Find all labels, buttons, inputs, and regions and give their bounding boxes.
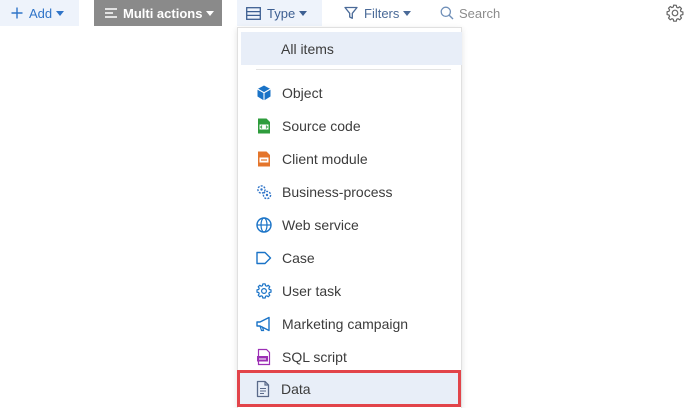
megaphone-icon xyxy=(256,316,270,331)
process-gear-icon xyxy=(257,184,272,199)
search-icon xyxy=(440,6,454,20)
chevron-down-icon xyxy=(299,10,308,16)
search-input[interactable] xyxy=(459,5,629,21)
filters-button[interactable]: Filters xyxy=(342,0,422,26)
menu-item-label: Client module xyxy=(282,150,368,167)
menu-item-web-service[interactable]: Web service xyxy=(241,209,462,240)
search-box xyxy=(440,0,640,26)
type-button[interactable]: Type xyxy=(237,0,322,26)
globe-icon xyxy=(256,216,272,233)
toolbar: Add Multi actions Type Filters xyxy=(0,0,697,26)
menu-item-business-process[interactable]: Business-process xyxy=(241,176,462,207)
chevron-down-icon xyxy=(403,10,412,16)
menu-item-label: Case xyxy=(282,249,315,266)
menu-item-label: SQL script xyxy=(282,348,347,365)
menu-item-source-code[interactable]: Source code xyxy=(241,110,462,141)
list-lines-icon xyxy=(105,8,117,18)
menu-item-client-module[interactable]: Client module xyxy=(241,143,462,174)
menu-item-label: Data xyxy=(281,380,311,397)
filters-label: Filters xyxy=(364,5,400,21)
menu-item-label: User task xyxy=(282,282,342,299)
menu-item-sql-script[interactable]: SQL script xyxy=(241,341,462,372)
menu-item-marketing-campaign[interactable]: Marketing campaign xyxy=(241,308,462,339)
menu-item-data[interactable]: Data xyxy=(240,373,458,404)
menu-item-label: Business-process xyxy=(282,183,393,200)
table-icon xyxy=(246,6,261,20)
multi-actions-label: Multi actions xyxy=(123,5,203,21)
menu-divider xyxy=(256,69,451,70)
cube-icon xyxy=(257,85,271,100)
menu-item-label: Source code xyxy=(282,117,361,134)
module-file-icon xyxy=(258,151,270,166)
menu-item-label: Web service xyxy=(282,216,359,233)
gear-icon xyxy=(256,282,272,299)
filter-funnel-icon xyxy=(344,6,358,19)
sql-file-icon xyxy=(257,348,271,365)
settings-gear-icon[interactable] xyxy=(665,3,685,23)
plus-icon xyxy=(11,7,23,19)
type-dropdown-menu: All items Object Source code Client modu… xyxy=(237,27,462,408)
menu-item-label: Marketing campaign xyxy=(282,315,409,332)
menu-item-label: All items xyxy=(281,40,334,57)
code-file-icon xyxy=(258,118,270,133)
menu-item-object[interactable]: Object xyxy=(241,77,462,108)
case-arrow-icon xyxy=(256,251,272,264)
multi-actions-button[interactable]: Multi actions xyxy=(94,0,222,26)
menu-item-all-items[interactable]: All items xyxy=(241,32,462,65)
add-label: Add xyxy=(29,5,53,21)
menu-item-user-task[interactable]: User task xyxy=(241,275,462,306)
chevron-down-icon xyxy=(56,10,65,16)
chevron-down-icon xyxy=(206,10,215,16)
menu-item-case[interactable]: Case xyxy=(241,242,462,273)
add-button[interactable]: Add xyxy=(0,0,79,26)
type-label: Type xyxy=(267,5,296,21)
menu-item-label: Object xyxy=(282,84,323,101)
data-file-icon xyxy=(256,380,270,397)
